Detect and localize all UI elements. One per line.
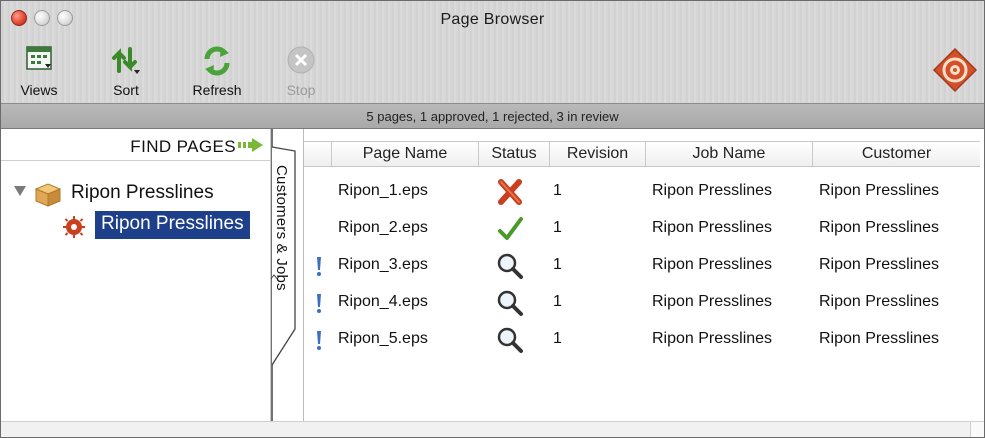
column-header-status[interactable]: Status (479, 142, 550, 166)
stop-icon (287, 46, 315, 74)
views-button[interactable]: Views (9, 39, 69, 98)
page-name-cell: Ripon_3.eps (338, 256, 428, 273)
tree-item-child[interactable]: Ripon Presslines (1, 211, 270, 241)
revision-cell: 1 (553, 256, 562, 273)
tree-item-label: Ripon Presslines (71, 182, 214, 203)
column-header-page-name[interactable]: Page Name (332, 142, 479, 166)
customer-cell: Ripon Presslines (819, 219, 940, 236)
revision-cell: 1 (553, 182, 562, 199)
views-icon (26, 46, 52, 70)
customers-jobs-drawer-tab[interactable]: Customers & Jobs (271, 129, 297, 421)
column-header-revision[interactable]: Revision (550, 142, 646, 166)
table-row[interactable]: Ripon_1.eps 1 Ripon Presslines Ripon Pre… (304, 173, 980, 210)
page-name-cell: Ripon_5.eps (338, 330, 428, 347)
magnifier-icon (497, 327, 523, 353)
window-title: Page Browser (440, 11, 545, 28)
sort-label: Sort (113, 82, 139, 98)
toolbar: Views Sort Refresh Stop (1, 37, 984, 103)
tree-item-label-selected: Ripon Presslines (95, 211, 250, 239)
revision-cell: 1 (553, 219, 562, 236)
bottom-bar (1, 421, 984, 437)
sort-button[interactable]: Sort (95, 39, 157, 98)
views-label: Views (20, 82, 58, 98)
job-name-cell: Ripon Presslines (652, 219, 773, 236)
sort-icon (112, 47, 140, 74)
customer-cell: Ripon Presslines (819, 256, 940, 273)
title-bar: Page Browser (1, 1, 984, 37)
customer-cell: Ripon Presslines (819, 330, 940, 347)
customer-cell: Ripon Presslines (819, 182, 940, 199)
stop-button[interactable]: Stop (279, 39, 323, 98)
job-name-cell: Ripon Presslines (652, 256, 773, 273)
rejected-x-icon (498, 179, 522, 205)
app-logo-icon (932, 47, 978, 93)
find-pages-bar[interactable]: FIND PAGES (1, 129, 270, 161)
page-name-cell: Ripon_2.eps (338, 219, 428, 236)
exclamation-icon (317, 331, 321, 350)
status-summary: 5 pages, 1 approved, 1 rejected, 3 in re… (1, 103, 984, 129)
refresh-icon (204, 46, 230, 76)
table-header: Page Name Status Revision Job Name Custo… (304, 141, 980, 167)
package-icon (34, 183, 62, 207)
job-name-cell: Ripon Presslines (652, 330, 773, 347)
customer-cell: Ripon Presslines (819, 293, 940, 310)
table-row[interactable]: Ripon_3.eps 1 Ripon Presslines Ripon Pre… (304, 247, 980, 284)
pages-table: Page Name Status Revision Job Name Custo… (303, 129, 984, 421)
magnifier-icon (497, 290, 523, 316)
resize-corner[interactable] (970, 422, 984, 437)
refresh-button[interactable]: Refresh (181, 39, 253, 98)
left-pane: FIND PAGES Ripon Presslines Ripon Pressl… (1, 129, 271, 421)
column-header-flag[interactable] (304, 142, 332, 166)
disclosure-triangle-icon[interactable] (14, 186, 26, 196)
page-name-cell: Ripon_4.eps (338, 293, 428, 310)
job-name-cell: Ripon Presslines (652, 182, 773, 199)
gear-icon (63, 216, 85, 238)
exclamation-icon (317, 294, 321, 313)
revision-cell: 1 (553, 330, 562, 347)
approved-check-icon (498, 217, 523, 240)
column-header-job-name[interactable]: Job Name (646, 142, 813, 166)
page-name-cell: Ripon_1.eps (338, 182, 428, 199)
drawer-label: Customers & Jobs (273, 165, 290, 291)
table-row[interactable]: Ripon_5.eps 1 Ripon Presslines Ripon Pre… (304, 321, 980, 358)
exclamation-icon (317, 257, 321, 276)
job-name-cell: Ripon Presslines (652, 293, 773, 310)
find-pages-label: FIND PAGES (130, 137, 236, 156)
refresh-label: Refresh (192, 82, 242, 98)
tree-item-parent[interactable]: Ripon Presslines (1, 179, 270, 209)
page-browser-window: Page Browser Views Sort Refresh Stop 5 p… (0, 0, 985, 438)
table-row[interactable]: Ripon_2.eps 1 Ripon Presslines Ripon Pre… (304, 210, 980, 247)
revision-cell: 1 (553, 293, 562, 310)
stop-label: Stop (286, 82, 316, 98)
column-header-customer[interactable]: Customer (813, 142, 980, 166)
arrow-right-icon (238, 138, 263, 152)
magnifier-icon (497, 253, 523, 279)
table-row[interactable]: Ripon_4.eps 1 Ripon Presslines Ripon Pre… (304, 284, 980, 321)
